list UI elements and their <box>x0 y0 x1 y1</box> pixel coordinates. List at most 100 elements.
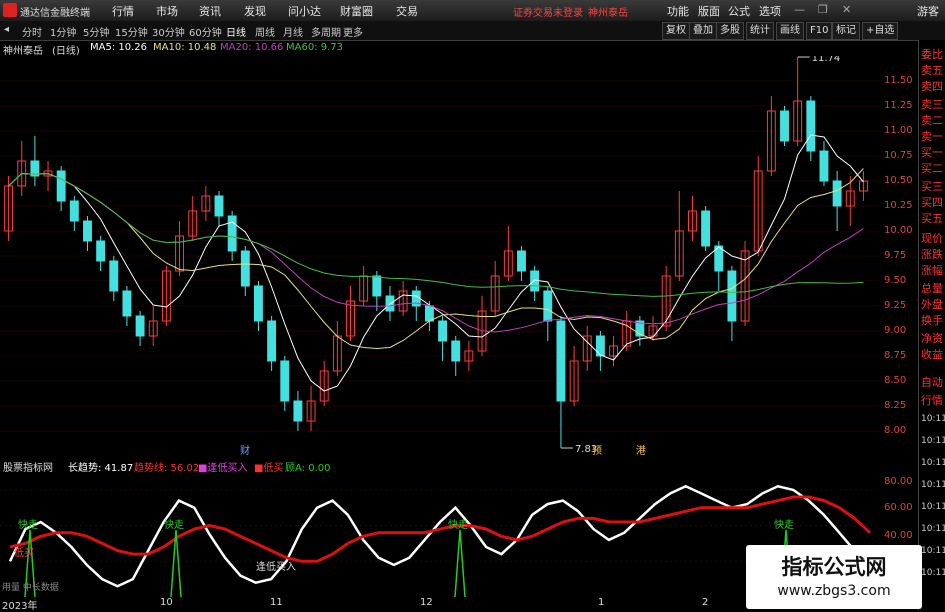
side-panel-item[interactable]: 涨幅 <box>921 262 945 278</box>
side-panel-item[interactable]: 净资 <box>921 330 945 346</box>
side-panel-item[interactable]: 卖一 <box>921 128 945 144</box>
side-panel-item[interactable]: 委比 <box>921 46 945 62</box>
price-tick-label: 8.00 <box>884 425 907 436</box>
side-panel-item[interactable]: 买三 <box>921 178 945 194</box>
tab-60min[interactable]: 60分钟 <box>189 24 222 39</box>
tab-30min[interactable]: 30分钟 <box>152 24 185 39</box>
side-panel-time: 10:11 <box>921 414 945 424</box>
side-panel-item[interactable]: 自动 <box>921 374 945 390</box>
tab-15min[interactable]: 15分钟 <box>115 24 148 39</box>
tab-monthly[interactable]: 月线 <box>283 24 303 39</box>
app-logo-icon <box>3 3 17 17</box>
minimize-icon[interactable]: — <box>794 3 805 16</box>
candle-body <box>727 270 737 322</box>
candle-body <box>214 195 224 217</box>
period-label: (日线) <box>52 46 80 57</box>
date-11: 11 <box>270 597 283 608</box>
ma10-value: MA10: 10.48 <box>153 42 217 53</box>
multi-stock-button[interactable]: 多股 <box>716 22 744 40</box>
ind-label-80: 80.00 <box>884 476 913 487</box>
side-panel-item[interactable]: 现价 <box>921 230 945 246</box>
menu-trade[interactable]: 交易 <box>396 3 418 19</box>
candle-body <box>530 270 540 292</box>
period-toolbar: ◂ 分时 1分钟 5分钟 15分钟 30分钟 60分钟 日线 周线 月线 多周期… <box>0 21 945 41</box>
menu-news[interactable]: 资讯 <box>199 3 221 19</box>
side-panel-item[interactable]: 买一 <box>921 144 945 160</box>
side-panel-item[interactable]: 外盘 <box>921 296 945 312</box>
side-panel-item[interactable]: 涨跌 <box>921 246 945 262</box>
kuaizou-label: 快走 <box>448 519 468 531</box>
candle-body <box>135 315 145 337</box>
price-tick-label: 8.25 <box>884 400 907 411</box>
side-panel-item[interactable]: 换手 <box>921 312 945 328</box>
side-panel-time: 10:11 <box>921 546 945 556</box>
kuaizou-label: 快走 <box>18 519 38 531</box>
price-tick-label: 10.25 <box>884 200 913 211</box>
nav-back-icon[interactable]: ◂ <box>4 24 9 35</box>
date-2023: 2023年 <box>2 601 38 612</box>
candle-body <box>122 290 132 317</box>
close-icon[interactable]: ✕ <box>842 3 851 16</box>
tab-daily[interactable]: 日线 <box>226 24 246 39</box>
ind-label-40: 40.00 <box>884 530 913 541</box>
tab-multi-period[interactable]: 多周期 <box>311 24 341 39</box>
long-trend-line <box>8 484 871 588</box>
side-panel-time: 10:11 <box>921 524 945 534</box>
price-tick-label: 10.75 <box>884 150 913 161</box>
candle-body <box>293 400 303 422</box>
mark-button[interactable]: 标记 <box>832 22 860 40</box>
restore-icon[interactable]: ❐ <box>818 3 828 16</box>
tab-timeshare[interactable]: 分时 <box>22 24 42 39</box>
menu-wealth-circle[interactable]: 财富圈 <box>340 3 373 19</box>
candle-body <box>56 170 66 202</box>
candle-body <box>240 250 250 287</box>
side-panel-item[interactable]: 卖三 <box>921 96 945 112</box>
side-panel-item[interactable]: 卖四 <box>921 78 945 94</box>
watermark-title: 指标公式网 <box>781 555 887 579</box>
menu-discover[interactable]: 发现 <box>244 3 266 19</box>
event-marker-gang: 港 <box>636 445 646 456</box>
date-10: 10 <box>160 597 173 608</box>
tab-weekly[interactable]: 周线 <box>255 24 275 39</box>
login-warning[interactable]: 证券交易未登录 <box>513 4 583 19</box>
stock-name: 神州泰岳 <box>3 46 43 57</box>
menu-market-quotes[interactable]: 行情 <box>112 3 134 19</box>
overlay-button[interactable]: 叠加 <box>689 22 717 40</box>
side-panel-item[interactable]: 收益 <box>921 346 945 362</box>
side-panel-item[interactable]: 买四 <box>921 194 945 210</box>
menu-formula[interactable]: 公式 <box>728 3 750 19</box>
trend-line <box>9 495 872 563</box>
menu-function[interactable]: 功能 <box>667 3 689 19</box>
tab-more[interactable]: 更多 <box>343 24 363 39</box>
menu-market[interactable]: 市场 <box>156 3 178 19</box>
add-favorite-button[interactable]: +自选 <box>862 22 899 40</box>
adjust-button[interactable]: 复权 <box>662 22 690 40</box>
candle-body <box>424 305 434 322</box>
price-tick-label: 11.50 <box>884 75 913 86</box>
menu-layout[interactable]: 版面 <box>698 3 720 19</box>
candle-body <box>832 180 842 207</box>
draw-line-button[interactable]: 画线 <box>776 22 804 40</box>
candlestick-chart[interactable]: 11.747.83财预港 <box>0 56 880 456</box>
ma5-value: MA5: 10.26 <box>90 42 148 53</box>
price-tick-label: 9.50 <box>884 275 907 286</box>
guest-user[interactable]: 游客 <box>917 3 939 19</box>
quote-side-panel: 委比 卖五 卖四卖三 卖二 卖一 买一 买二买三 买四 买五现价 涨跌 涨幅总量 外盘 换手净资 收益自动… <box>918 40 945 610</box>
f10-button[interactable]: F10 <box>806 22 833 40</box>
candle-body <box>595 335 605 357</box>
date-1: 1 <box>598 597 605 608</box>
menu-options[interactable]: 选项 <box>759 3 781 19</box>
side-panel-item[interactable]: 买五 <box>921 210 945 226</box>
stats-button[interactable]: 统计 <box>746 22 774 40</box>
menu-ask-xiaoda[interactable]: 问小达 <box>288 3 321 19</box>
side-panel-item[interactable]: 卖五 <box>921 62 945 78</box>
tab-5min[interactable]: 5分钟 <box>83 24 109 39</box>
side-panel-item[interactable]: 卖二 <box>921 112 945 128</box>
side-panel-item[interactable]: 买二 <box>921 160 945 176</box>
bottom-buy-marker: 逢低买入 <box>256 560 296 573</box>
candle-body <box>267 320 277 362</box>
tab-1min[interactable]: 1分钟 <box>50 24 76 39</box>
stock-name-header: 神州泰岳 <box>588 8 628 19</box>
side-panel-item[interactable]: 行情 <box>921 392 945 408</box>
side-panel-item[interactable]: 总量 <box>921 280 945 296</box>
